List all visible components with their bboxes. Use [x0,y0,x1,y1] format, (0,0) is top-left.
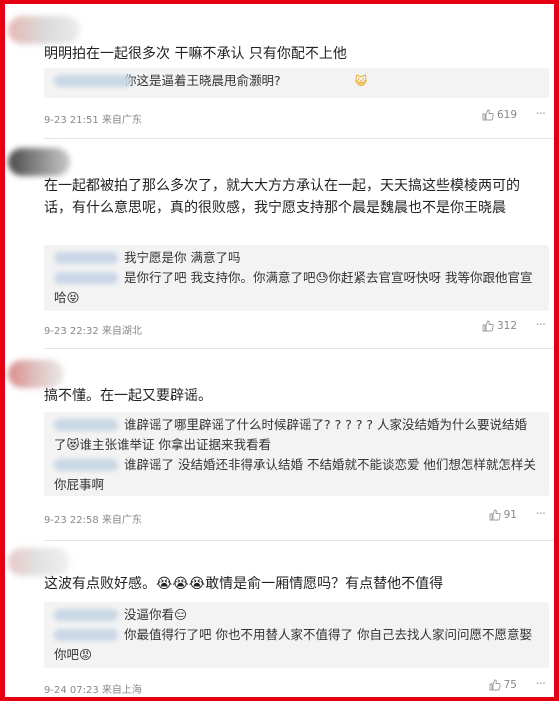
reply-item[interactable]: 你最值得行了吧 你也不用替人家不值得了 你自己去找人家问问愿不愿意娶你吧😡 [54,625,539,665]
comment-text: 这波有点败好感。😭😭😭敢情是俞一厢情愿吗？有点替他不值得 [44,576,444,592]
avatar[interactable] [8,360,64,388]
reply-item[interactable]: 是你行了吧 我支持你。你满意了吧😓你赶紧去官宣呀快呀 我等你跟他官宣哈😝 [54,268,539,308]
avatar[interactable] [8,16,80,44]
thumbs-up-icon [489,509,501,521]
thumbs-up-icon [482,320,494,332]
reply-text: 没逼你看😑 [124,607,188,622]
reply-text: 谁辟谣了哪里辟谣了什么时候辟谣了? ? ? ? ? 人家没结婚为什么要说结婚了😻… [54,417,528,452]
avatar[interactable] [8,148,70,176]
like-button[interactable]: 91 [489,509,517,521]
avatar[interactable] [8,548,70,576]
emoji-icon: 😺 [354,74,368,88]
reply-username[interactable] [54,272,118,284]
thumbs-up-icon [482,109,494,121]
comment-item: 明明拍在一起很多次 干嘛不承认 只有你配不上他 你这是逼着王晓晨甩俞灏明? 😺 … [0,0,559,140]
reply-username[interactable] [54,459,118,471]
like-button[interactable]: 75 [489,679,517,691]
more-options-icon[interactable]: ··· [536,318,546,333]
reply-item[interactable]: 没逼你看😑 [54,605,539,625]
reply-item[interactable]: 你这是逼着王晓晨甩俞灏明? 😺 [54,71,539,91]
thumbs-up-icon [489,679,501,691]
more-options-icon[interactable]: ··· [536,107,546,122]
like-count: 312 [496,320,517,332]
reply-username[interactable] [54,252,118,264]
divider [44,348,554,349]
like-button[interactable]: 619 [482,109,517,121]
comment-meta: 9-24 07:23 来自上海 [44,685,142,696]
reply-text: 谁辟谣了 没结婚还非得承认结婚 不结婚就不能谈恋爱 他们想怎样就怎样关你屁事啊 [54,457,536,492]
comment-item: 在一起都被拍了那么多次了，就大大方方承认在一起，天天搞这些模棱两可的话，有什么意… [0,140,559,350]
divider [44,138,554,139]
reply-box: 谁辟谣了哪里辟谣了什么时候辟谣了? ? ? ? ? 人家没结婚为什么要说结婚了😻… [44,412,549,496]
comment-item: 这波有点败好感。😭😭😭敢情是俞一厢情愿吗？有点替他不值得 没逼你看😑 你最值得行… [0,540,559,701]
like-count: 619 [496,109,517,121]
comment-text: 明明拍在一起很多次 干嘛不承认 只有你配不上他 [44,46,347,62]
comment-meta: 9-23 21:51 来自广东 [44,115,142,126]
reply-text: 是你行了吧 我支持你。你满意了吧😓你赶紧去官宣呀快呀 我等你跟他官宣哈😝 [54,270,533,305]
comment-item: 搞不懂。在一起又要辟谣。 谁辟谣了哪里辟谣了什么时候辟谣了? ? ? ? ? 人… [0,350,559,541]
reply-username[interactable] [54,419,118,431]
comment-text: 搞不懂。在一起又要辟谣。 [44,388,212,404]
more-options-icon[interactable]: ··· [536,677,546,692]
like-count: 91 [503,509,517,521]
reply-item[interactable]: 谁辟谣了哪里辟谣了什么时候辟谣了? ? ? ? ? 人家没结婚为什么要说结婚了😻… [54,415,539,455]
comment-meta: 9-23 22:32 来自湖北 [44,326,142,337]
comment-meta: 9-23 22:58 来自广东 [44,515,142,526]
reply-text: 我宁愿是你 满意了吗 [124,250,241,265]
reply-box: 你这是逼着王晓晨甩俞灏明? 😺 [44,68,549,98]
reply-item[interactable]: 我宁愿是你 满意了吗 [54,248,539,268]
reply-username[interactable] [54,75,132,87]
like-button[interactable]: 312 [482,320,517,332]
reply-username[interactable] [54,609,118,621]
reply-item[interactable]: 谁辟谣了 没结婚还非得承认结婚 不结婚就不能谈恋爱 他们想怎样就怎样关你屁事啊 [54,455,539,495]
reply-username[interactable] [54,629,118,641]
reply-text: 你这是逼着王晓晨甩俞灏明? [124,73,285,88]
reply-text: 你最值得行了吧 你也不用替人家不值得了 你自己去找人家问问愿不愿意娶你吧😡 [54,627,532,662]
reply-box: 我宁愿是你 满意了吗 是你行了吧 我支持你。你满意了吧😓你赶紧去官宣呀快呀 我等… [44,245,549,311]
more-options-icon[interactable]: ··· [536,507,546,522]
like-count: 75 [503,679,517,691]
reply-box: 没逼你看😑 你最值得行了吧 你也不用替人家不值得了 你自己去找人家问问愿不愿意娶… [44,602,549,668]
comment-text: 在一起都被拍了那么多次了，就大大方方承认在一起，天天搞这些模棱两可的话，有什么意… [44,178,520,216]
